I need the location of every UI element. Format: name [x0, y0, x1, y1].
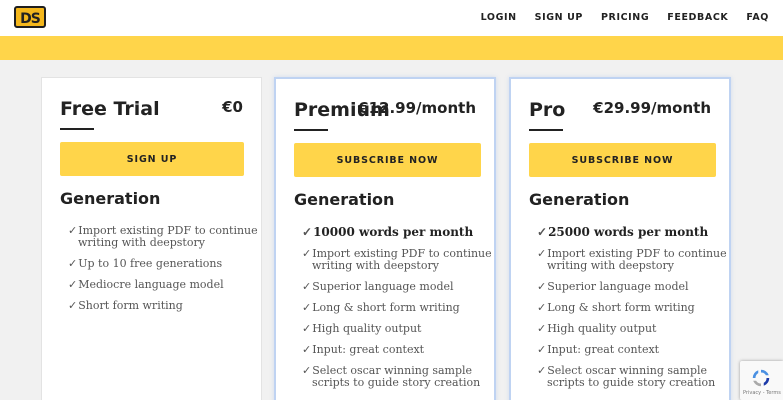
- feature-text: Import existing PDF to continue writing …: [78, 224, 258, 249]
- feature-text: Short form writing: [78, 299, 183, 312]
- check-icon: ✓: [302, 364, 312, 377]
- feature-item: ✓Long & short form writing: [537, 302, 727, 314]
- feature-text: High quality output: [547, 322, 657, 335]
- feature-item: ✓High quality output: [537, 323, 727, 335]
- feature-text: Select oscar winning sample scripts to g…: [312, 364, 481, 389]
- feature-list: ✓Import existing PDF to continue writing…: [68, 225, 258, 321]
- nav-login[interactable]: LOGIN: [481, 12, 517, 23]
- check-icon: ✓: [302, 322, 312, 335]
- feature-text: Input: great context: [312, 343, 425, 356]
- plan-name: Free Trial: [60, 98, 160, 120]
- feature-text: High quality output: [312, 322, 422, 335]
- feature-text: Mediocre language model: [78, 278, 224, 291]
- check-icon: ✓: [537, 343, 547, 356]
- feature-item: ✓Import existing PDF to continue writing…: [302, 248, 492, 272]
- check-icon: ✓: [537, 280, 547, 293]
- title-underline: [60, 128, 94, 130]
- feature-item: ✓Import existing PDF to continue writing…: [537, 248, 727, 272]
- feature-text: Long & short form writing: [312, 301, 460, 314]
- site-logo[interactable]: DS: [14, 6, 46, 28]
- feature-item: ✓10000 words per month: [302, 226, 492, 238]
- feature-item: ✓Short form writing: [68, 300, 258, 312]
- feature-item: ✓25000 words per month: [537, 226, 727, 238]
- check-icon: ✓: [537, 247, 547, 260]
- subscribe-now-button[interactable]: SUBSCRIBE NOW: [294, 143, 481, 177]
- check-icon: ✓: [537, 364, 547, 377]
- check-icon: ✓: [537, 225, 548, 239]
- feature-text: Select oscar winning sample scripts to g…: [547, 364, 716, 389]
- subscribe-now-button[interactable]: SUBSCRIBE NOW: [529, 143, 716, 177]
- title-underline: [294, 129, 328, 131]
- plan-card-free-trial: Free Trial €0 SIGN UP Generation ✓Import…: [41, 77, 262, 400]
- section-title: Generation: [294, 190, 395, 209]
- feature-item: ✓Long & short form writing: [302, 302, 492, 314]
- check-icon: ✓: [302, 225, 313, 239]
- top-navbar: DS LOGIN SIGN UP PRICING FEEDBACK FAQ: [0, 0, 783, 36]
- feature-text: Superior language model: [547, 280, 689, 293]
- feature-item: ✓Mediocre language model: [68, 279, 258, 291]
- feature-item: ✓Up to 10 free generations: [68, 258, 258, 270]
- hero-band: [0, 36, 783, 60]
- feature-text: Up to 10 free generations: [78, 257, 223, 270]
- section-title: Generation: [529, 190, 630, 209]
- check-icon: ✓: [302, 280, 312, 293]
- check-icon: ✓: [537, 322, 547, 335]
- feature-list: ✓10000 words per month ✓Import existing P…: [302, 226, 492, 398]
- nav-faq[interactable]: FAQ: [746, 12, 769, 23]
- feature-text: Import existing PDF to continue writing …: [547, 247, 727, 272]
- main-nav: LOGIN SIGN UP PRICING FEEDBACK FAQ: [481, 12, 769, 23]
- recaptcha-links[interactable]: Privacy - Terms: [743, 390, 781, 396]
- feature-text: 25000 words per month: [548, 225, 709, 239]
- feature-item: ✓Input: great context: [537, 344, 727, 356]
- feature-text: Superior language model: [312, 280, 454, 293]
- recaptcha-icon: [752, 369, 770, 387]
- plan-price: €29.99/month: [593, 99, 711, 117]
- feature-text: Long & short form writing: [547, 301, 695, 314]
- feature-text: 10000 words per month: [313, 225, 474, 239]
- plan-card-premium: Premium €12.99/month SUBSCRIBE NOW Gener…: [274, 77, 496, 400]
- check-icon: ✓: [68, 299, 78, 312]
- feature-item: ✓Input: great context: [302, 344, 492, 356]
- title-underline: [529, 129, 563, 131]
- plan-price: €0: [222, 98, 243, 116]
- check-icon: ✓: [68, 278, 78, 291]
- sign-up-button[interactable]: SIGN UP: [60, 142, 244, 176]
- plan-card-pro: Pro €29.99/month SUBSCRIBE NOW Generatio…: [509, 77, 731, 400]
- feature-item: ✓Superior language model: [537, 281, 727, 293]
- check-icon: ✓: [537, 301, 547, 314]
- feature-list: ✓25000 words per month ✓Import existing P…: [537, 226, 727, 398]
- check-icon: ✓: [302, 343, 312, 356]
- feature-item: ✓Import existing PDF to continue writing…: [68, 225, 258, 249]
- recaptcha-badge[interactable]: Privacy - Terms: [740, 361, 783, 400]
- feature-item: ✓High quality output: [302, 323, 492, 335]
- feature-item: ✓Select oscar winning sample scripts to …: [302, 365, 492, 389]
- feature-text: Input: great context: [547, 343, 660, 356]
- section-title: Generation: [60, 189, 161, 208]
- plan-price: €12.99/month: [358, 99, 476, 117]
- feature-text: Import existing PDF to continue writing …: [312, 247, 492, 272]
- nav-feedback[interactable]: FEEDBACK: [667, 12, 728, 23]
- feature-item: ✓Select oscar winning sample scripts to …: [537, 365, 727, 389]
- check-icon: ✓: [302, 301, 312, 314]
- check-icon: ✓: [68, 224, 78, 237]
- nav-sign-up[interactable]: SIGN UP: [535, 12, 583, 23]
- check-icon: ✓: [68, 257, 78, 270]
- nav-pricing[interactable]: PRICING: [601, 12, 649, 23]
- plan-name: Pro: [529, 99, 566, 121]
- feature-item: ✓Superior language model: [302, 281, 492, 293]
- check-icon: ✓: [302, 247, 312, 260]
